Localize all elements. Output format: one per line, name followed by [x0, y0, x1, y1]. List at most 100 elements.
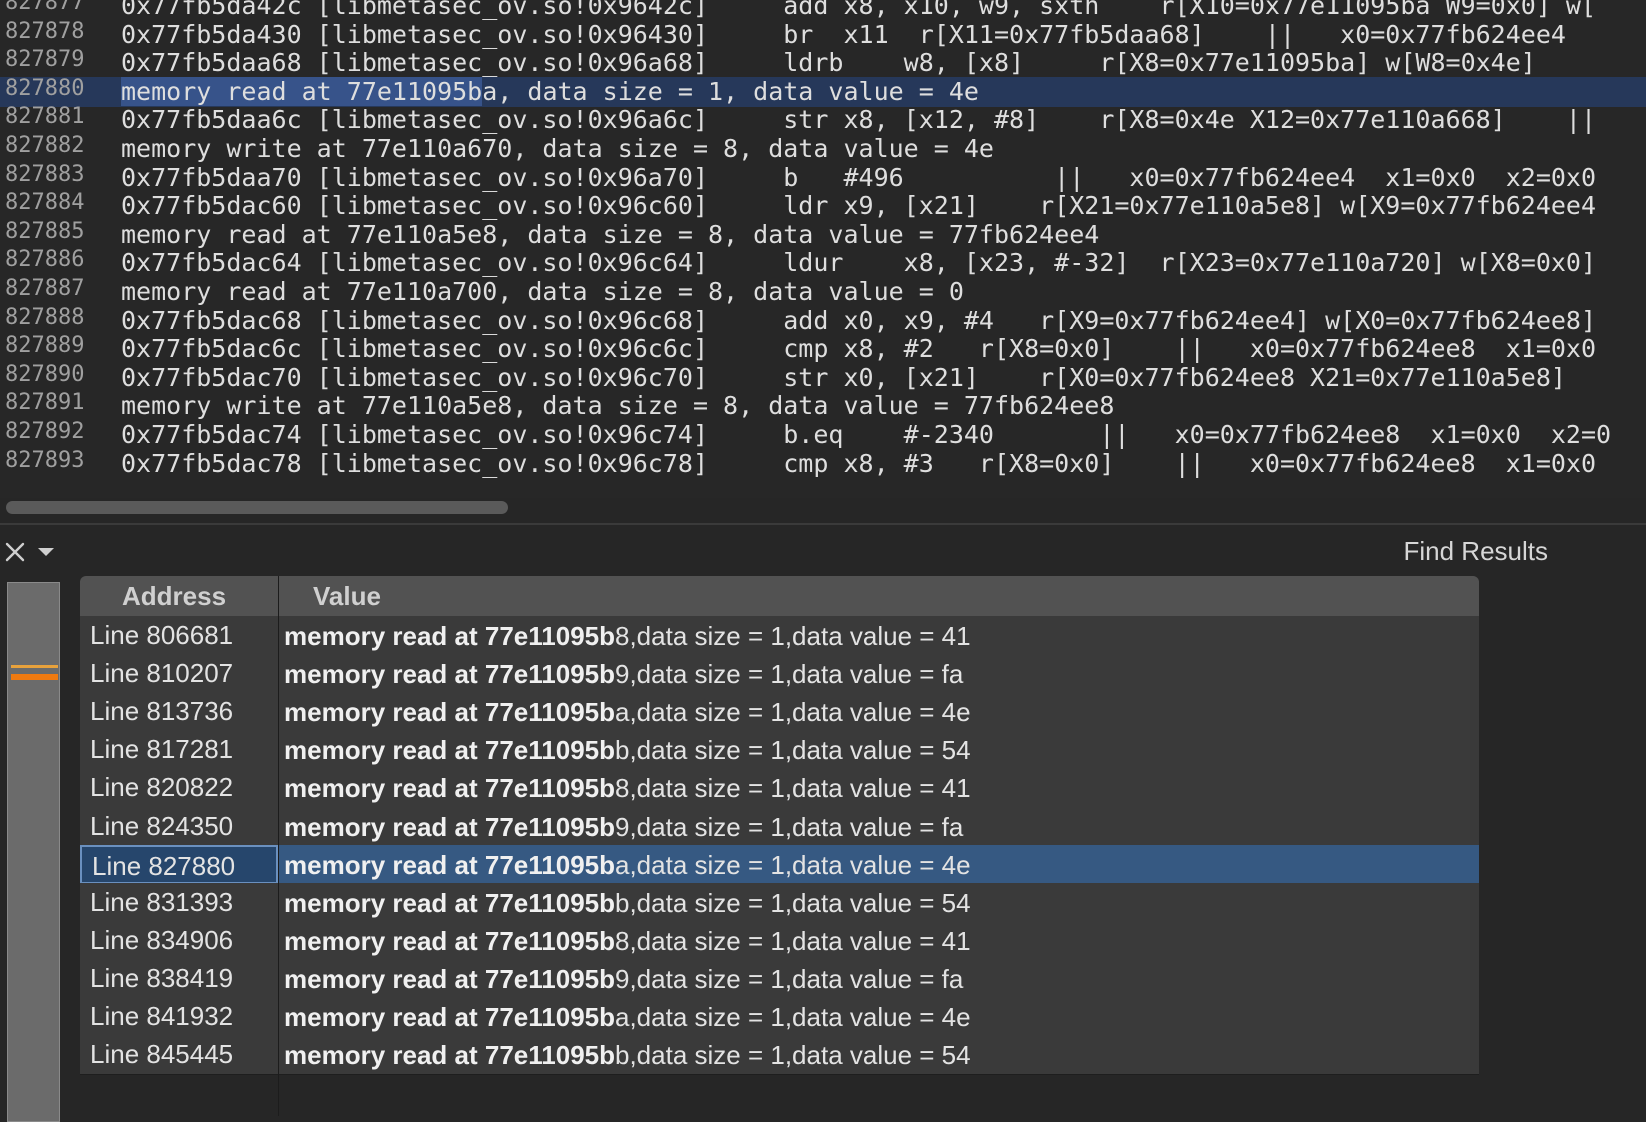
result-value: memory read at 77e11095b9,data size = 1,… [284, 654, 963, 693]
trace-line[interactable]: 827885 memory read at 77e110a5e8, data si… [0, 218, 1646, 250]
result-match-text: memory read at 77e11095b [284, 849, 615, 880]
line-text: 0x77fb5dac68 [libmetasec_ov.so!0x96c68] … [121, 305, 1597, 335]
trace-line[interactable]: 827882 memory write at 77e110a670, data s… [0, 133, 1646, 164]
column-header-value[interactable]: Value [313, 576, 381, 616]
line-number: 827886 [5, 247, 85, 273]
line-text-rest: a, data size = 1, data value = 4e [482, 76, 979, 106]
result-rest-text: 9,data size = 1,data value = fa [615, 811, 964, 842]
result-match-text: memory read at 77e11095b [284, 773, 615, 804]
result-address: Line 845445 [90, 1039, 234, 1070]
overview-ruler[interactable] [7, 582, 60, 1122]
line-number: 827889 [5, 333, 85, 359]
results-table: Address Value Line 806681 memory read at … [80, 576, 1480, 1116]
ruler-match-marker[interactable] [11, 665, 58, 668]
line-text: 0x77fb5dac64 [libmetasec_ov.so!0x96c64] … [121, 248, 1597, 278]
trace-line[interactable]: 827891 memory write at 77e110a5e8, data s… [0, 390, 1646, 421]
line-text: 0x77fb5daa6c [libmetasec_ov.so!0x96a6c] … [121, 105, 1597, 135]
trace-line[interactable]: 827892 0x77fb5dac74 [libmetasec_ov.so!0x9… [0, 419, 1646, 450]
line-number: 827892 [5, 419, 85, 444]
trace-line[interactable]: 827886 0x77fb5dac64 [libmetasec_ov.so!0x9… [0, 247, 1646, 278]
line-number: 827885 [5, 218, 85, 244]
result-row[interactable]: Line 831393 memory read at 77e11095bb,dat… [80, 882, 1479, 923]
line-text: 0x77fb5dac6c [libmetasec_ov.so!0x96c6c] … [121, 334, 1597, 364]
result-row[interactable]: Line 806681 memory read at 77e11095b8,dat… [80, 616, 1479, 656]
trace-line-current[interactable]: 827880 memory read at 77e11095ba, data si… [0, 75, 1646, 107]
result-value: memory read at 77e11095ba,data size = 1,… [284, 997, 971, 1036]
result-row[interactable]: Line 845445 memory read at 77e11095bb,dat… [80, 1035, 1479, 1076]
line-text: 0x77fb5daa68 [libmetasec_ov.so!0x96a68] … [121, 48, 1536, 78]
line-number: 827881 [5, 104, 85, 130]
result-address: Line 838419 [90, 962, 234, 993]
result-row-selected[interactable]: Line 827880 memory read at 77e11095ba,dat… [80, 844, 1479, 885]
result-row[interactable]: Line 838419 memory read at 77e11095b9,dat… [80, 958, 1479, 999]
result-match-text: memory read at 77e11095b [284, 887, 615, 918]
result-rest-text: 8,data size = 1,data value = 41 [615, 773, 971, 804]
result-address: Line 810207 [90, 658, 234, 689]
result-value: memory read at 77e11095b8,data size = 1,… [284, 768, 971, 807]
find-results-panel: Find Results Address Value Line 806681 me… [0, 525, 1646, 1122]
trace-line[interactable]: 827889 0x77fb5dac6c [libmetasec_ov.so!0x9… [0, 333, 1646, 364]
result-row[interactable]: Line 834906 memory read at 77e11095b8,dat… [80, 920, 1479, 961]
result-row[interactable]: Line 841932 memory read at 77e11095ba,dat… [80, 997, 1479, 1037]
close-icon[interactable] [2, 539, 28, 565]
chevron-down-icon[interactable] [34, 541, 58, 563]
result-match-text: memory read at 77e11095b [284, 735, 615, 766]
result-address: Line 817281 [90, 734, 234, 765]
trace-line[interactable]: 827884 0x77fb5dac60 [libmetasec_ov.so!0x9… [0, 190, 1646, 221]
result-match-text: memory read at 77e11095b [284, 621, 615, 651]
line-text: 0x77fb5da42c [libmetasec_ov.so!0x9642c] … [121, 0, 1597, 20]
trace-line[interactable]: 827888 0x77fb5dac68 [libmetasec_ov.so!0x9… [0, 305, 1646, 336]
result-match-text: memory read at 77e11095b [284, 925, 615, 956]
result-match-text: memory read at 77e11095b [284, 1040, 615, 1071]
line-number: 827883 [5, 161, 85, 187]
result-match-text: memory read at 77e11095b [284, 659, 615, 690]
ruler-match-marker[interactable] [11, 674, 58, 680]
line-text: 0x77fb5dac60 [libmetasec_ov.so!0x96c60] … [121, 191, 1597, 221]
line-text: 0x77fb5daa70 [libmetasec_ov.so!0x96a70] … [121, 162, 1597, 192]
trace-editor[interactable]: 827877 0x77fb5da42c [libmetasec_ov.so!0x9… [0, 0, 1646, 498]
trace-line[interactable]: 827877 0x77fb5da42c [libmetasec_ov.so!0x9… [0, 0, 1646, 21]
selected-text: memory read at 77e11095b [121, 76, 483, 106]
trace-line[interactable]: 827878 0x77fb5da430 [libmetasec_ov.so!0x9… [0, 18, 1646, 50]
result-rest-text: b,data size = 1,data value = 54 [615, 735, 971, 766]
line-number: 827878 [5, 18, 85, 44]
table-header: Address Value [80, 576, 1479, 616]
result-match-text: memory read at 77e11095b [284, 811, 615, 842]
result-row[interactable]: Line 820822 memory read at 77e11095b8,dat… [80, 768, 1479, 809]
result-address: Line 841932 [90, 1001, 234, 1031]
result-address: Line 827880 [80, 844, 278, 884]
trace-line[interactable]: 827883 0x77fb5daa70 [libmetasec_ov.so!0x9… [0, 161, 1646, 193]
line-number: 827880 [5, 75, 85, 101]
result-row[interactable]: Line 813736 memory read at 77e11095ba,dat… [80, 692, 1479, 733]
result-row[interactable]: Line 824350 memory read at 77e11095b9,dat… [80, 806, 1479, 847]
result-row[interactable]: Line 817281 memory read at 77e11095bb,dat… [80, 730, 1479, 771]
result-value: memory read at 77e11095ba,data size = 1,… [284, 845, 971, 884]
trace-line[interactable]: 827879 0x77fb5daa68 [libmetasec_ov.so!0x9… [0, 47, 1646, 78]
line-text: memory write at 77e110a670, data size = … [121, 134, 994, 163]
result-row[interactable]: Line 810207 memory read at 77e11095b9,dat… [80, 654, 1479, 695]
column-header-address[interactable]: Address [122, 576, 226, 616]
line-number: 827891 [5, 390, 85, 416]
panel-title: Find Results [1403, 536, 1549, 566]
result-rest-text: 8,data size = 1,data value = 41 [615, 621, 971, 651]
line-text: memory read at 77e110a700, data size = 8… [121, 277, 964, 306]
line-number: 827882 [5, 133, 85, 158]
line-text: memory read at 77e11095ba, data size = 1… [121, 76, 979, 107]
trace-line[interactable]: 827881 0x77fb5daa6c [libmetasec_ov.so!0x9… [0, 104, 1646, 135]
trace-line[interactable]: 827887 memory read at 77e110a700, data si… [0, 276, 1646, 307]
line-text: 0x77fb5dac74 [libmetasec_ov.so!0x96c74] … [121, 420, 1612, 449]
editor-horizontal-scrollbar[interactable] [6, 501, 508, 514]
result-value: memory read at 77e11095bb,data size = 1,… [284, 1035, 971, 1074]
result-value: memory read at 77e11095ba,data size = 1,… [284, 692, 971, 731]
line-number: 827893 [5, 447, 85, 473]
trace-line[interactable]: 827890 0x77fb5dac70 [libmetasec_ov.so!0x9… [0, 362, 1646, 393]
column-divider[interactable] [278, 576, 279, 1116]
result-rest-text: a,data size = 1,data value = 4e [615, 1002, 971, 1032]
result-match-text: memory read at 77e11095b [284, 1002, 615, 1032]
line-text: memory read at 77e110a5e8, data size = 8… [121, 219, 1100, 249]
result-match-text: memory read at 77e11095b [284, 963, 615, 994]
result-value: memory read at 77e11095b9,data size = 1,… [284, 959, 963, 998]
trace-line[interactable]: 827893 0x77fb5dac78 [libmetasec_ov.so!0x9… [0, 447, 1646, 479]
result-address: Line 834906 [90, 924, 234, 955]
result-value: memory read at 77e11095bb,data size = 1,… [284, 730, 971, 769]
